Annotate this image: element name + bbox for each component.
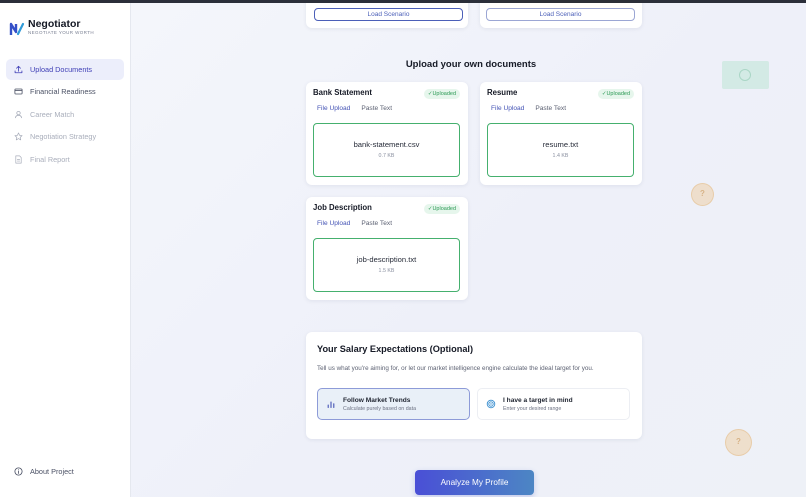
negotiator-logo-icon [9,22,25,36]
file-drop-zone[interactable]: job-description.txt 1.5 KB [313,238,460,292]
about-project-label: About Project [30,467,74,476]
sidebar-item-upload-documents[interactable]: Upload Documents [6,59,124,80]
tab-file-upload[interactable]: File Upload [491,105,524,112]
credit-card-icon [14,88,23,95]
sidebar-item-label: Upload Documents [30,65,93,74]
salary-title: Your Salary Expectations (Optional) [317,344,474,354]
file-drop-zone[interactable]: resume.txt 1.4 KB [487,123,634,177]
upload-mode-tabs: File Upload Paste Text [317,220,403,227]
uploaded-badge: ✓Uploaded [423,204,460,214]
document-card-bank-statement: Bank Statement ✓Uploaded File Upload Pas… [306,82,468,185]
load-scenario-button[interactable]: Load Scenario [486,8,635,21]
sidebar-item-label: Career Match [30,109,75,119]
file-name: job-description.txt [356,255,417,264]
uploaded-badge: ✓Uploaded [597,89,634,99]
upload-mode-tabs: File Upload Paste Text [317,105,403,112]
star-icon [14,132,23,141]
about-project-link[interactable]: About Project [14,467,74,476]
sidebar: Negotiator NEGOTIATE YOUR WORTH Upload D… [0,3,131,497]
load-scenario-button[interactable]: Load Scenario [314,8,463,21]
tab-file-upload[interactable]: File Upload [317,105,350,112]
sidebar-item-label: Final Report [30,154,70,164]
user-icon [14,110,23,118]
sidebar-item-label: Negotiation Strategy [30,132,97,142]
option-description: Calculate purely based on data [343,405,417,412]
file-size: 0.7 KB [378,153,395,159]
analyze-profile-button[interactable]: Analyze My Profile [415,470,534,495]
upload-section-title: Upload your own documents [405,59,537,70]
app-name: Negotiator [28,18,81,30]
main-content: ? ? Load Scenario Load Scenario Upload y… [131,3,806,497]
salary-expectations-card: Your Salary Expectations (Optional) Tell… [306,332,642,439]
target-icon [486,399,496,409]
upload-icon [14,65,23,74]
upload-mode-tabs: File Upload Paste Text [491,105,577,112]
info-icon [14,467,23,476]
tab-paste-text[interactable]: Paste Text [535,105,566,112]
sidebar-nav: Upload Documents Financial Readiness Car… [6,59,124,171]
document-title: Bank Statement [313,88,372,97]
tab-paste-text[interactable]: Paste Text [361,220,392,227]
money-bill-decoration-icon [722,61,769,89]
sidebar-item-career-match[interactable]: Career Match [6,104,124,125]
document-card-resume: Resume ✓Uploaded File Upload Paste Text … [480,82,642,185]
sidebar-item-label: Financial Readiness [30,87,96,97]
file-size: 1.4 KB [552,153,569,159]
tab-paste-text[interactable]: Paste Text [361,105,392,112]
sidebar-item-negotiation-strategy[interactable]: Negotiation Strategy [6,126,124,147]
document-icon [15,155,22,164]
file-size: 1.5 KB [378,268,395,274]
file-name: bank-statement.csv [353,140,420,149]
document-title: Job Description [313,203,372,212]
file-name: resume.txt [542,140,579,149]
brand: Negotiator NEGOTIATE YOUR WORTH [9,18,94,37]
tab-file-upload[interactable]: File Upload [317,220,350,227]
app-tagline: NEGOTIATE YOUR WORTH [28,30,95,35]
document-card-job-description: Job Description ✓Uploaded File Upload Pa… [306,197,468,300]
scenario-card: Load Scenario [480,3,642,28]
option-target-in-mind[interactable]: I have a target in mind Enter your desir… [477,388,630,420]
option-title: Follow Market Trends [343,396,411,404]
bar-chart-icon [327,401,335,409]
option-description: Enter your desired range [503,405,562,412]
file-drop-zone[interactable]: bank-statement.csv 0.7 KB [313,123,460,177]
sidebar-item-final-report[interactable]: Final Report [6,149,124,170]
salary-subtitle: Tell us what you're aiming for, or let o… [317,365,594,372]
coin-decoration-icon: ? [725,429,752,456]
option-follow-market-trends[interactable]: Follow Market Trends Calculate purely ba… [317,388,470,420]
sidebar-item-financial-readiness[interactable]: Financial Readiness [6,81,124,102]
document-title: Resume [487,88,518,97]
option-title: I have a target in mind [503,396,573,404]
scenario-card: Load Scenario [306,3,468,28]
coin-decoration-icon: ? [691,183,714,206]
uploaded-badge: ✓Uploaded [423,89,460,99]
